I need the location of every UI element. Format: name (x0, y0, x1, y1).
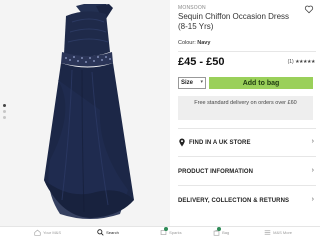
product-title: Sequin Chiffon Occasion Dress (8-15 Yrs) (178, 12, 290, 31)
find-in-store-row[interactable]: FIND IN A UK STORE › (178, 129, 316, 157)
bottom-tab-bar: Your M&S Search Sparks Bag M&S More (0, 226, 320, 240)
tab-sparks[interactable]: Sparks (160, 227, 182, 240)
tab-more-label: M&S More (273, 230, 293, 235)
colour-selection: Colour: Navy (178, 40, 210, 46)
tab-sparks-label: Sparks (169, 230, 182, 235)
carousel-dot[interactable] (3, 110, 6, 113)
size-select-button[interactable]: Size ▾ (178, 77, 206, 89)
tab-search[interactable]: Search (97, 229, 119, 240)
notification-badge (217, 227, 221, 231)
chevron-right-icon: › (311, 196, 314, 203)
tab-more[interactable]: M&S More (264, 229, 292, 240)
chevron-right-icon: › (311, 138, 314, 145)
review-count: (1) (287, 59, 294, 65)
product-information-row[interactable]: PRODUCT INFORMATION › (178, 158, 316, 186)
search-icon (97, 229, 104, 236)
delivery-banner: Free standard delivery on orders over £6… (178, 96, 313, 120)
product-price: £45 - £50 (178, 56, 225, 68)
size-label: Size (181, 80, 194, 86)
tab-search-label: Search (106, 230, 119, 235)
product-information-label: PRODUCT INFORMATION (178, 169, 254, 175)
tab-bag-label: Bag (222, 230, 230, 235)
product-details-panel: MONSOON Sequin Chiffon Occasion Dress (8… (178, 0, 320, 226)
product-image-gallery[interactable] (0, 0, 170, 226)
add-to-bag-button[interactable]: Add to bag (209, 77, 313, 89)
tab-bag[interactable]: Bag (213, 227, 230, 240)
tab-your-ms[interactable]: Your M&S (34, 229, 61, 240)
chevron-right-icon: › (311, 167, 314, 174)
colour-value: Navy (197, 40, 211, 46)
notification-badge (164, 227, 168, 231)
brand-name: MONSOON (178, 5, 206, 11)
star-rating: ★★★★★ (295, 59, 315, 65)
carousel-dot-active[interactable] (3, 104, 6, 107)
colour-label: Colour: (178, 40, 196, 46)
divider (178, 51, 316, 52)
chevron-down-icon: ▾ (200, 79, 203, 85)
product-image (0, 0, 170, 226)
review-summary[interactable]: (1) ★★★★★ (287, 59, 316, 65)
delivery-returns-label: DELIVERY, COLLECTION & RETURNS (178, 198, 290, 204)
image-carousel-dots[interactable] (3, 104, 7, 122)
location-pin-icon (179, 138, 185, 147)
home-icon (34, 229, 41, 236)
tab-your-ms-label: Your M&S (43, 230, 61, 235)
delivery-returns-row[interactable]: DELIVERY, COLLECTION & RETURNS › (178, 187, 316, 215)
heart-icon[interactable] (304, 4, 314, 14)
carousel-dot[interactable] (3, 116, 6, 119)
find-in-store-label: FIND IN A UK STORE (189, 140, 251, 146)
menu-icon (264, 230, 271, 235)
